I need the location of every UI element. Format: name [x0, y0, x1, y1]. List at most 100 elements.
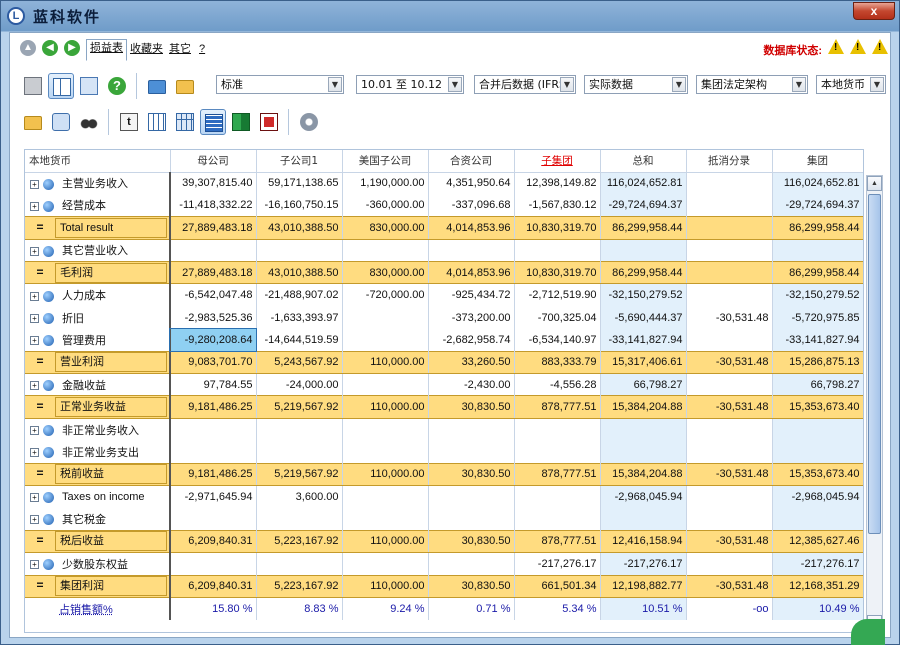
value-cell[interactable]: 27,889,483.18	[170, 216, 257, 240]
help-button[interactable]: ?	[104, 73, 130, 99]
value-cell[interactable]	[686, 261, 773, 285]
value-cell[interactable]: 12,385,627.46	[772, 529, 863, 554]
value-cell[interactable]: 878,777.51	[514, 395, 601, 419]
value-cell[interactable]: 15,353,673.40	[772, 462, 863, 486]
value-cell[interactable]: 9.24 %	[342, 597, 429, 620]
warning-icon[interactable]	[828, 39, 844, 54]
value-cell[interactable]: -2,712,519.90	[514, 283, 601, 307]
value-cell[interactable]: -360,000.00	[342, 194, 429, 217]
value-cell[interactable]: -1,567,830.12	[514, 194, 601, 217]
value-cell[interactable]: 110,000.00	[342, 574, 429, 598]
value-cell[interactable]	[342, 373, 429, 396]
expand-icon[interactable]: +	[30, 246, 39, 256]
row-label-cell[interactable]: + 管理费用	[25, 328, 171, 352]
value-cell[interactable]	[428, 507, 515, 531]
value-cell[interactable]: 830,000.00	[342, 216, 429, 240]
row-label-cell[interactable]: = 营业利润	[25, 350, 171, 375]
value-cell[interactable]	[686, 507, 773, 531]
value-cell[interactable]: 86,299,958.44	[600, 216, 687, 240]
value-cell[interactable]	[600, 440, 687, 464]
value-cell[interactable]	[686, 239, 773, 262]
value-cell[interactable]: -5,690,444.37	[600, 306, 687, 329]
value-cell[interactable]: 43,010,388.50	[256, 216, 343, 240]
value-cell[interactable]	[170, 507, 257, 531]
value-cell[interactable]: -925,434.72	[428, 283, 515, 307]
expand-icon[interactable]: +	[30, 201, 39, 211]
value-cell[interactable]	[342, 306, 429, 329]
value-cell[interactable]: -30,531.48	[686, 350, 773, 375]
value-cell[interactable]: 4,014,853.96	[428, 216, 515, 240]
text-view-button[interactable]: t	[116, 109, 142, 135]
scroll-thumb[interactable]	[868, 194, 881, 534]
expand-icon[interactable]: +	[30, 381, 39, 391]
value-cell[interactable]: 10,830,319.70	[514, 216, 601, 240]
column-header[interactable]: 总和	[600, 150, 687, 173]
column-header[interactable]: 子集团	[514, 150, 601, 173]
value-cell[interactable]: -29,724,694.37	[772, 194, 863, 217]
value-cell[interactable]: -2,968,045.94	[600, 485, 687, 508]
value-cell[interactable]: -6,542,047.48	[170, 283, 257, 307]
forward-icon[interactable]: ▶	[64, 40, 80, 56]
value-cell[interactable]	[342, 552, 429, 576]
value-cell[interactable]: -217,276.17	[600, 552, 687, 576]
value-cell[interactable]	[256, 507, 343, 531]
layout-button[interactable]	[48, 73, 74, 99]
value-cell[interactable]	[342, 328, 429, 352]
tab-income-statement[interactable]: 损益表	[86, 39, 127, 61]
value-cell[interactable]: 4,351,950.64	[428, 172, 515, 195]
chart-view-button[interactable]	[228, 109, 254, 135]
value-cell[interactable]: -2,971,645.94	[170, 485, 257, 508]
value-cell[interactable]: -217,276.17	[514, 552, 601, 576]
tray-icon[interactable]	[851, 619, 885, 645]
value-cell[interactable]	[686, 552, 773, 576]
value-cell[interactable]	[256, 440, 343, 464]
scroll-up-icon[interactable]: ▲	[867, 176, 882, 191]
row-label-cell[interactable]: = 税前收益	[25, 462, 171, 486]
value-cell[interactable]	[428, 418, 515, 441]
value-cell[interactable]: 5.34 %	[514, 597, 601, 620]
value-cell[interactable]	[256, 552, 343, 576]
value-cell[interactable]: 59,171,138.65	[256, 172, 343, 195]
value-cell[interactable]: 116,024,652.81	[772, 172, 863, 195]
value-cell[interactable]: 97,784.55	[170, 373, 257, 396]
value-cell[interactable]: 15,286,875.13	[772, 350, 863, 375]
value-cell[interactable]	[686, 328, 773, 352]
value-cell[interactable]	[256, 418, 343, 441]
value-cell[interactable]: 0.71 %	[428, 597, 515, 620]
row-label-cell[interactable]: = 毛利润	[25, 261, 171, 285]
value-cell[interactable]	[686, 216, 773, 240]
value-cell[interactable]	[170, 440, 257, 464]
row-label-cell[interactable]: = 集团利润	[25, 574, 171, 598]
expand-icon[interactable]: +	[30, 291, 39, 301]
value-cell[interactable]: -2,968,045.94	[772, 485, 863, 508]
value-cell[interactable]	[686, 418, 773, 441]
version-select[interactable]: 实际数据 ▼	[584, 75, 688, 94]
value-cell[interactable]: 66,798.27	[772, 373, 863, 396]
value-cell[interactable]: -30,531.48	[686, 395, 773, 419]
value-cell[interactable]	[514, 485, 601, 508]
value-cell[interactable]	[342, 507, 429, 531]
value-cell[interactable]: 6,209,840.31	[170, 529, 257, 554]
value-cell[interactable]: -32,150,279.52	[772, 283, 863, 307]
value-cell[interactable]: 30,830.50	[428, 529, 515, 554]
settings-button[interactable]	[296, 109, 322, 135]
tab-help[interactable]: ?	[196, 41, 208, 61]
currency-select[interactable]: 本地货币 ▼	[816, 75, 886, 94]
value-cell[interactable]: -14,644,519.59	[256, 328, 343, 352]
value-cell[interactable]	[428, 485, 515, 508]
value-cell[interactable]: 30,830.50	[428, 574, 515, 598]
value-cell[interactable]: -11,418,332.22	[170, 194, 257, 217]
value-cell[interactable]	[514, 418, 601, 441]
value-cell[interactable]: 15,384,204.88	[600, 462, 687, 486]
value-cell[interactable]: -oo	[686, 597, 773, 620]
value-cell[interactable]	[772, 418, 863, 441]
row-label-cell[interactable]: + 金融收益	[25, 373, 171, 396]
rocket-icon[interactable]: ▲	[20, 40, 36, 56]
row-label-cell[interactable]: + 其它营业收入	[25, 239, 171, 262]
row-label-cell[interactable]: + 人力成本	[25, 283, 171, 307]
tab-favorites[interactable]: 收藏夹	[127, 41, 166, 61]
value-cell[interactable]: 1,190,000.00	[342, 172, 429, 195]
preview-button[interactable]	[76, 73, 102, 99]
value-cell[interactable]: 5,243,567.92	[256, 350, 343, 375]
value-cell[interactable]: -1,633,393.97	[256, 306, 343, 329]
